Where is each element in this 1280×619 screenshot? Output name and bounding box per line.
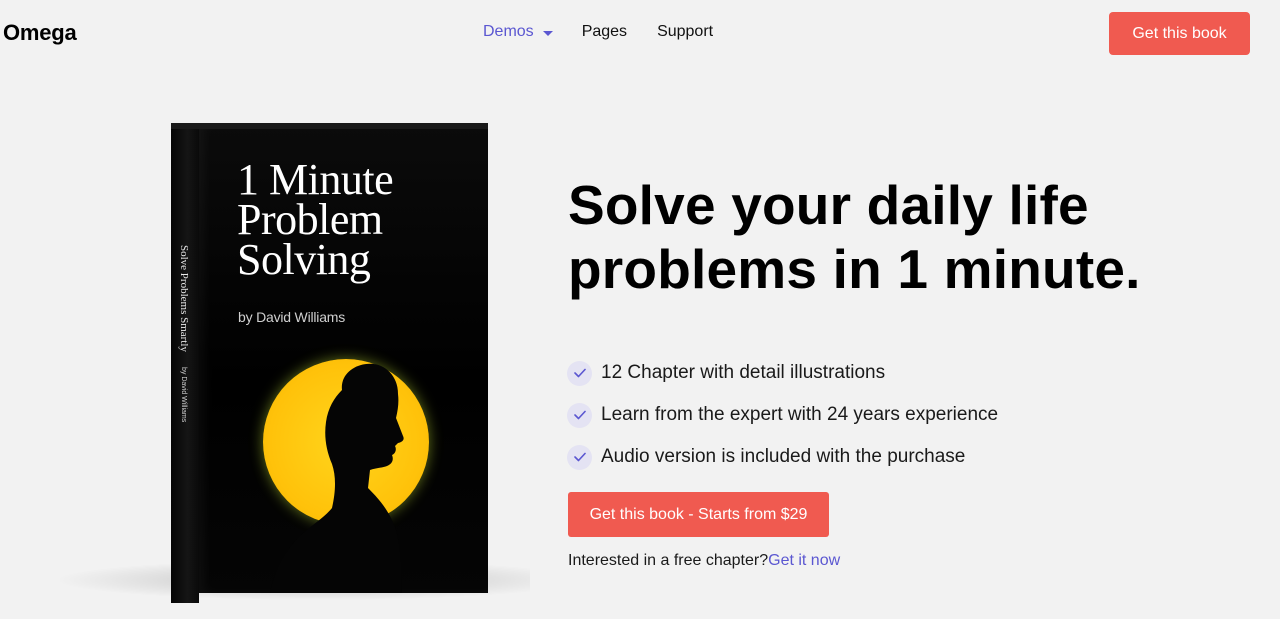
logo[interactable]: Omega <box>3 20 77 46</box>
book-top-edge <box>171 123 488 129</box>
book-spine <box>171 123 199 603</box>
spine-title: Solve Problems Smartly <box>178 245 190 352</box>
book-title-line: Problem <box>237 195 383 244</box>
feature-list: 12 Chapter with detail illustrations Lea… <box>567 352 998 478</box>
book-title-line: 1 Minute <box>237 155 394 204</box>
check-icon <box>567 360 592 386</box>
feature-item: Audio version is included with the purch… <box>567 436 998 478</box>
feature-item: 12 Chapter with detail illustrations <box>567 352 998 394</box>
free-chapter-text: Interested in a free chapter? <box>568 552 769 569</box>
main-nav: Demos Pages Support <box>483 23 713 41</box>
nav-support[interactable]: Support <box>657 23 713 41</box>
check-icon <box>567 402 592 428</box>
feature-item: Learn from the expert with 24 years expe… <box>567 394 998 436</box>
header-get-book-button[interactable]: Get this book <box>1109 12 1250 55</box>
hero-get-book-button[interactable]: Get this book - Starts from $29 <box>568 492 829 537</box>
nav-pages[interactable]: Pages <box>582 23 627 41</box>
feature-text: Audio version is included with the purch… <box>601 446 966 467</box>
chevron-down-icon <box>542 30 553 36</box>
nav-demos[interactable]: Demos <box>483 23 553 41</box>
hero-headline: Solve your daily life problems in 1 minu… <box>568 174 1141 300</box>
book-title: 1 Minute Problem Solving <box>237 155 477 284</box>
feature-text: Learn from the expert with 24 years expe… <box>601 404 999 425</box>
book-title-line: Solving <box>237 235 371 284</box>
free-chapter-link[interactable]: Get it now <box>768 552 840 569</box>
book-author: by David Williams <box>238 309 346 325</box>
spine-author: by David Williams <box>180 367 187 423</box>
feature-text: 12 Chapter with detail illustrations <box>601 362 886 383</box>
nav-demos-label: Demos <box>483 23 534 40</box>
landing-page: Omega Demos Pages Support Get this book … <box>0 0 1280 619</box>
free-chapter-line: Interested in a free chapter?Get it now <box>568 552 840 570</box>
check-icon <box>567 444 592 470</box>
person-silhouette-icon <box>270 363 404 593</box>
